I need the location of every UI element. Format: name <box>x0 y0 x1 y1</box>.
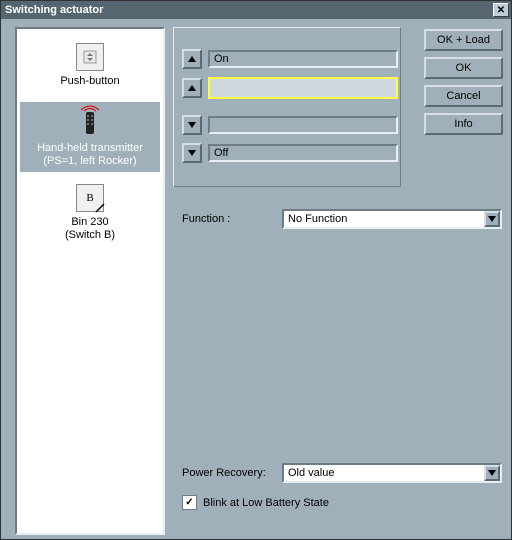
device-handheld-transmitter[interactable]: Hand-held transmitter (PS=1, left Rocker… <box>20 102 160 172</box>
button-column: OK + Load OK Cancel Info <box>424 29 503 135</box>
power-recovery-select[interactable]: Old value <box>282 463 502 483</box>
bin230-icon: B <box>76 184 104 212</box>
power-recovery-row: Power Recovery: Old value <box>182 463 502 483</box>
chevron-down-icon <box>484 211 500 227</box>
function-select[interactable]: No Function <box>282 209 502 229</box>
action-slot-selected[interactable] <box>208 77 398 99</box>
power-recovery-value: Old value <box>288 467 334 479</box>
info-button[interactable]: Info <box>424 113 503 135</box>
push-button-icon <box>76 43 104 71</box>
window-title: Switching actuator <box>5 4 103 16</box>
power-recovery-label: Power Recovery: <box>182 467 282 479</box>
action-slot[interactable]: Off <box>208 144 398 162</box>
row-arrow-up-icon[interactable] <box>182 78 202 98</box>
device-push-button[interactable]: Push-button <box>20 41 160 92</box>
device-sublabel: (Switch B) <box>65 229 115 242</box>
device-bin230[interactable]: B Bin 230 (Switch B) <box>20 182 160 246</box>
blink-checkbox[interactable]: ✓ <box>182 495 197 510</box>
action-slot[interactable] <box>208 116 398 134</box>
function-value: No Function <box>288 213 347 225</box>
row-arrow-up-icon[interactable] <box>182 49 202 69</box>
cancel-button[interactable]: Cancel <box>424 85 503 107</box>
ok-button[interactable]: OK <box>424 57 503 79</box>
function-label: Function : <box>182 213 282 225</box>
chevron-down-icon <box>484 465 500 481</box>
device-label: Push-button <box>60 75 119 87</box>
dialog-window: Switching actuator ✕ Push-button <box>0 0 512 540</box>
close-button[interactable]: ✕ <box>493 3 509 17</box>
blink-checkbox-row: ✓ Blink at Low Battery State <box>182 495 329 510</box>
action-row-up-double: On <box>182 49 398 69</box>
device-label: Hand-held transmitter <box>37 142 143 155</box>
device-label: Bin 230 <box>65 216 115 229</box>
action-row-down-single <box>182 115 398 135</box>
ok-load-button[interactable]: OK + Load <box>424 29 503 51</box>
action-slot[interactable]: On <box>208 50 398 68</box>
row-arrow-down-icon[interactable] <box>182 115 202 135</box>
remote-icon <box>77 104 103 138</box>
function-row: Function : No Function <box>182 209 502 229</box>
device-list: Push-button Hand-held transmitter <box>15 27 165 535</box>
blink-checkbox-label: Blink at Low Battery State <box>203 497 329 509</box>
action-row-down-double: Off <box>182 143 398 163</box>
action-row-up-single <box>182 77 398 99</box>
device-sublabel: (PS=1, left Rocker) <box>37 155 143 168</box>
row-arrow-down-icon[interactable] <box>182 143 202 163</box>
titlebar: Switching actuator ✕ <box>1 1 511 19</box>
